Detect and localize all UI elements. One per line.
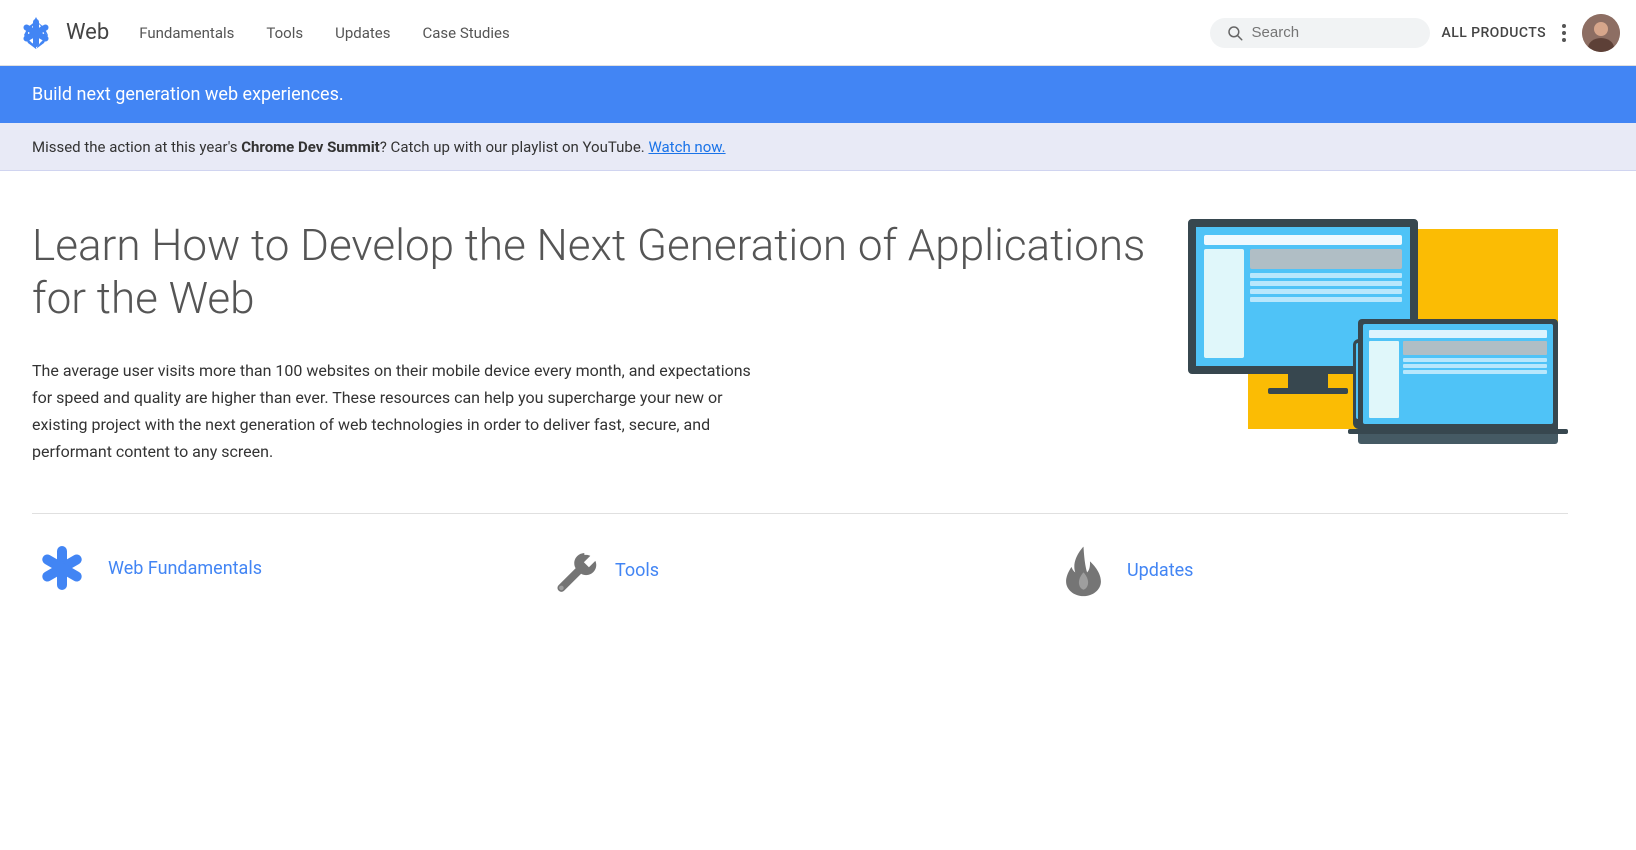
- web-fundamentals-icon: [32, 538, 92, 598]
- laptop-bar-1: [1369, 330, 1547, 338]
- monitor-line-3: [1250, 289, 1402, 294]
- laptop-main: [1403, 341, 1547, 418]
- nav-link-case-studies[interactable]: Case Studies: [422, 20, 509, 46]
- hero-body: The average user visits more than 100 we…: [32, 357, 772, 466]
- laptop-lines: [1403, 358, 1547, 418]
- nav-right: ALL PRODUCTS: [1210, 14, 1620, 52]
- navbar: Web Fundamentals Tools Updates Case Stud…: [0, 0, 1636, 66]
- more-options-button[interactable]: [1558, 20, 1570, 46]
- laptop-sidebar: [1369, 341, 1399, 418]
- hero-banner-text: Build next generation web experiences.: [32, 84, 344, 105]
- search-input[interactable]: [1252, 24, 1414, 41]
- announcement-text: Missed the action at this year's Chrome …: [32, 138, 726, 156]
- more-dot-2: [1562, 31, 1566, 35]
- logo-area[interactable]: Web: [16, 13, 109, 53]
- nav-link-updates[interactable]: Updates: [335, 20, 390, 46]
- laptop-base: [1358, 434, 1558, 444]
- hero-heading: Learn How to Develop the Next Generation…: [32, 219, 1148, 325]
- category-label-tools[interactable]: Tools: [615, 560, 659, 581]
- monitor-line-2: [1250, 281, 1402, 286]
- search-area[interactable]: [1210, 18, 1430, 48]
- laptop-screen: [1363, 324, 1553, 424]
- tools-icon: [544, 543, 599, 598]
- hero-banner: Build next generation web experiences.: [0, 66, 1636, 123]
- all-products-button[interactable]: ALL PRODUCTS: [1442, 25, 1546, 41]
- laptop-line-1: [1403, 358, 1547, 362]
- avatar-image: [1582, 14, 1620, 52]
- monitor-stand: [1288, 374, 1328, 388]
- monitor-card: [1250, 249, 1402, 269]
- announcement-link[interactable]: Watch now.: [648, 138, 725, 156]
- laptop-card: [1403, 341, 1547, 355]
- logo-text: Web: [66, 20, 109, 45]
- hero-illustration: [1188, 219, 1568, 449]
- search-icon: [1226, 24, 1244, 42]
- hero-section: Learn How to Develop the Next Generation…: [32, 219, 1568, 465]
- laptop: [1358, 319, 1558, 449]
- more-dot-3: [1562, 38, 1566, 42]
- monitor-line-4: [1250, 297, 1402, 302]
- main-content: Learn How to Develop the Next Generation…: [0, 171, 1600, 638]
- avatar[interactable]: [1582, 14, 1620, 52]
- laptop-content: [1369, 341, 1547, 418]
- announcement-bar: Missed the action at this year's Chrome …: [0, 123, 1636, 171]
- monitor-base: [1268, 388, 1348, 394]
- nav-links: Fundamentals Tools Updates Case Studies: [139, 20, 1209, 46]
- hero-left: Learn How to Develop the Next Generation…: [32, 219, 1148, 465]
- category-web-fundamentals[interactable]: Web Fundamentals: [32, 538, 544, 598]
- more-dot-1: [1562, 24, 1566, 28]
- monitor-bar-1: [1204, 235, 1402, 245]
- monitor-line-1: [1250, 273, 1402, 278]
- announcement-prefix: Missed the action at this year's: [32, 138, 241, 156]
- nav-link-fundamentals[interactable]: Fundamentals: [139, 20, 234, 46]
- monitor-sidebar: [1204, 249, 1244, 358]
- laptop-screen-area: [1358, 319, 1558, 429]
- category-label-web-fundamentals[interactable]: Web Fundamentals: [108, 558, 262, 579]
- announcement-suffix: ? Catch up with our playlist on YouTube.: [380, 138, 649, 156]
- categories: Web Fundamentals Tools Updates: [32, 513, 1568, 598]
- laptop-line-2: [1403, 364, 1547, 368]
- laptop-line-3: [1403, 370, 1547, 374]
- nav-link-tools[interactable]: Tools: [266, 20, 303, 46]
- announcement-bold: Chrome Dev Summit: [241, 138, 380, 156]
- device-illustration: [1188, 219, 1558, 449]
- category-label-updates[interactable]: Updates: [1127, 560, 1193, 581]
- category-updates[interactable]: Updates: [1056, 543, 1568, 598]
- updates-icon: [1056, 543, 1111, 598]
- web-logo-icon: [16, 13, 56, 53]
- category-tools[interactable]: Tools: [544, 543, 1056, 598]
